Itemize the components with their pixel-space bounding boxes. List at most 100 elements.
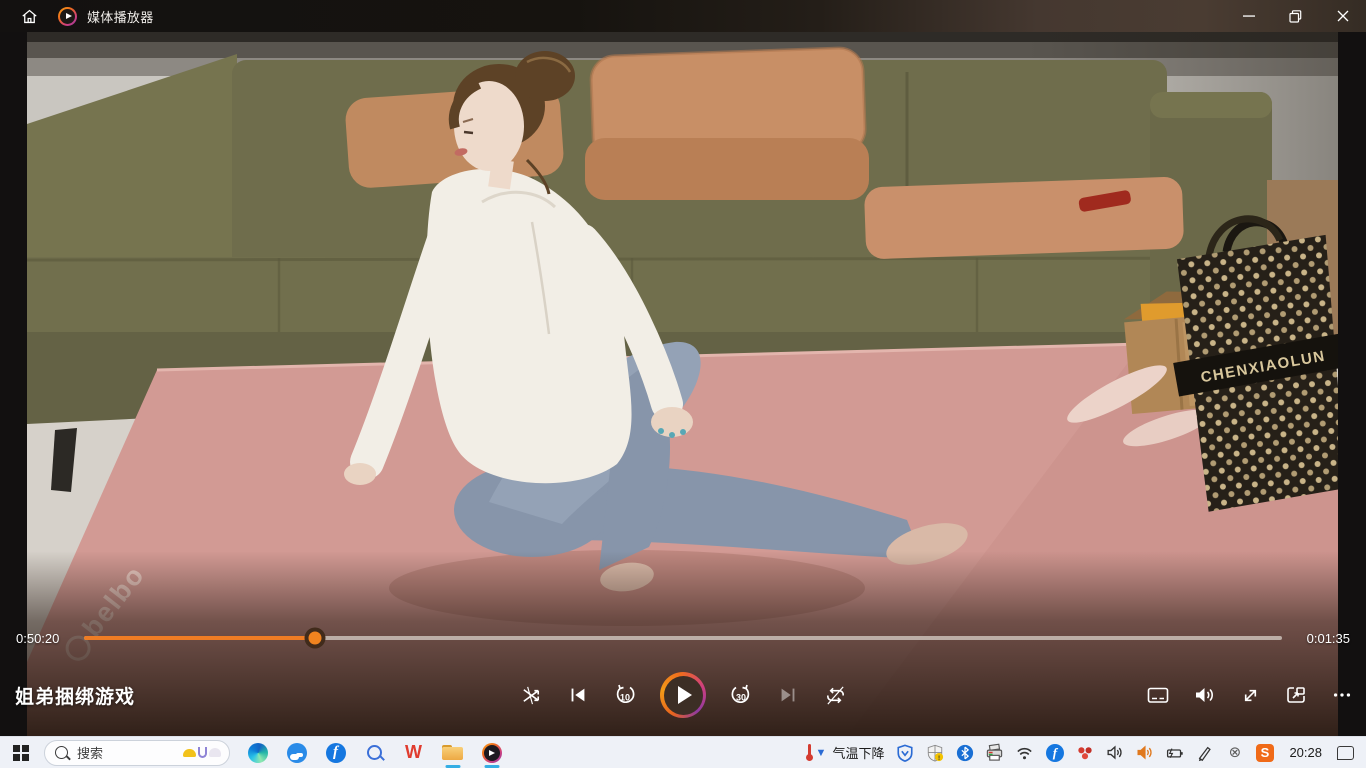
media-player-icon [482,743,502,763]
edge-icon [248,743,268,763]
previous-icon [567,684,589,706]
close-button[interactable] [1319,0,1366,32]
search-placeholder: 搜索 [77,743,183,762]
fullscreen-icon [1239,684,1262,707]
weather-text: 气温下降 [832,743,884,762]
close-icon [1337,10,1349,22]
tray-printer[interactable] [985,743,1004,762]
magnifier-icon [367,745,382,760]
chef-hat-emoji-icon [209,748,221,757]
circled-x-icon: ⊗ [1229,745,1242,760]
volume-button[interactable] [1192,683,1216,707]
video-title: 姐弟捆绑游戏 [15,682,135,709]
fullscreen-button[interactable] [1238,683,1262,707]
seek-bar[interactable] [84,636,1282,640]
subtitles-button[interactable] [1146,683,1170,707]
taskbar-clock[interactable]: 20:28 [1285,745,1326,760]
wps-icon: W [405,742,422,763]
tray-battery[interactable] [1165,743,1184,762]
seek-played [84,636,315,640]
restore-icon [1289,10,1302,23]
cloud-browser-icon [287,743,307,763]
tray-red-app[interactable] [1075,743,1094,762]
minimize-button[interactable] [1225,0,1272,32]
seek-thumb[interactable] [305,628,326,649]
next-icon [777,684,799,706]
taskbar-search-tool[interactable] [357,737,392,768]
notification-center-icon[interactable] [1337,746,1354,760]
tray-wifi[interactable] [1015,743,1034,762]
play-button[interactable] [660,672,706,718]
subtitles-icon [1146,683,1170,707]
skip-back-icon: 10 [613,683,637,707]
pen-icon [1196,744,1214,762]
previous-button[interactable] [566,683,590,707]
app-logo-icon [58,7,77,26]
repeat-off-icon [824,684,847,707]
printer-icon [985,743,1004,762]
hardhat-emoji-icon [183,749,196,757]
tray-pc-manager[interactable] [895,743,914,762]
flash-tray-icon: f [1046,744,1064,762]
svg-text:10: 10 [620,693,630,703]
taskbar-cloud-browser[interactable] [279,737,314,768]
taskbar-media-player[interactable] [474,737,509,768]
windows-logo-icon [13,745,29,761]
tray-sogou[interactable]: S [1255,743,1274,762]
next-button[interactable] [776,683,800,707]
home-icon [20,7,39,26]
tray-pen[interactable] [1195,743,1214,762]
tray-volume-outline[interactable] [1105,743,1124,762]
volume-icon [1192,683,1216,707]
running-indicator [484,765,499,768]
transport-controls: 姐弟捆绑游戏 [0,670,1366,720]
start-button[interactable] [0,737,42,768]
restore-button[interactable] [1272,0,1319,32]
taskbar-wps[interactable]: W [396,737,431,768]
mini-player-icon [1284,683,1308,707]
flash-icon: f [326,743,346,763]
wifi-icon [1015,743,1034,762]
skip-forward-button[interactable]: 30 [729,683,753,707]
stethoscope-emoji-icon [198,747,207,758]
taskbar-edge[interactable] [240,737,275,768]
tray-bluetooth[interactable] [955,743,974,762]
taskbar-file-explorer[interactable] [435,737,470,768]
tray-disabled-item[interactable]: ⊗ [1225,743,1244,762]
running-indicator [445,765,460,768]
speaker-orange-icon [1135,743,1154,762]
taskbar-flash-center[interactable]: f [318,737,353,768]
player-stage: belbo [0,32,1366,736]
mini-player-button[interactable] [1284,683,1308,707]
home-button[interactable] [14,1,44,31]
battery-icon [1165,743,1184,763]
shuffle-button[interactable] [519,683,543,707]
app-title: 媒体播放器 [87,7,154,26]
shield-icon [896,744,914,762]
bluetooth-icon [956,744,974,762]
skip-forward-icon: 30 [729,683,753,707]
temp-down-arrow-icon: ▼ [816,747,827,759]
media-player-window: 媒体播放器 [0,0,1366,768]
search-icon [55,746,68,759]
speaker-outline-icon [1105,743,1124,762]
tray-flash[interactable]: f [1045,743,1064,762]
weather-widget[interactable]: ▼ 气温下降 [806,743,885,762]
search-box[interactable]: 搜索 [44,740,230,766]
titlebar: 媒体播放器 [0,0,1366,32]
elapsed-time: 0:50:20 [16,631,72,646]
tray-defender[interactable]: ! [925,743,944,762]
red-cluster-icon [1076,744,1094,762]
svg-text:!: ! [938,754,940,761]
svg-text:30: 30 [736,693,746,703]
seek-row: 0:50:20 0:01:35 [0,626,1366,650]
more-options-icon [1331,684,1353,706]
thermometer-icon [806,744,813,761]
more-options-button[interactable] [1330,683,1354,707]
tray-volume-orange[interactable] [1135,743,1154,762]
skip-back-button[interactable]: 10 [613,683,637,707]
remaining-time: 0:01:35 [1294,631,1350,646]
folder-icon [442,745,463,760]
defender-shield-icon: ! [926,744,944,762]
repeat-off-button[interactable] [823,683,847,707]
